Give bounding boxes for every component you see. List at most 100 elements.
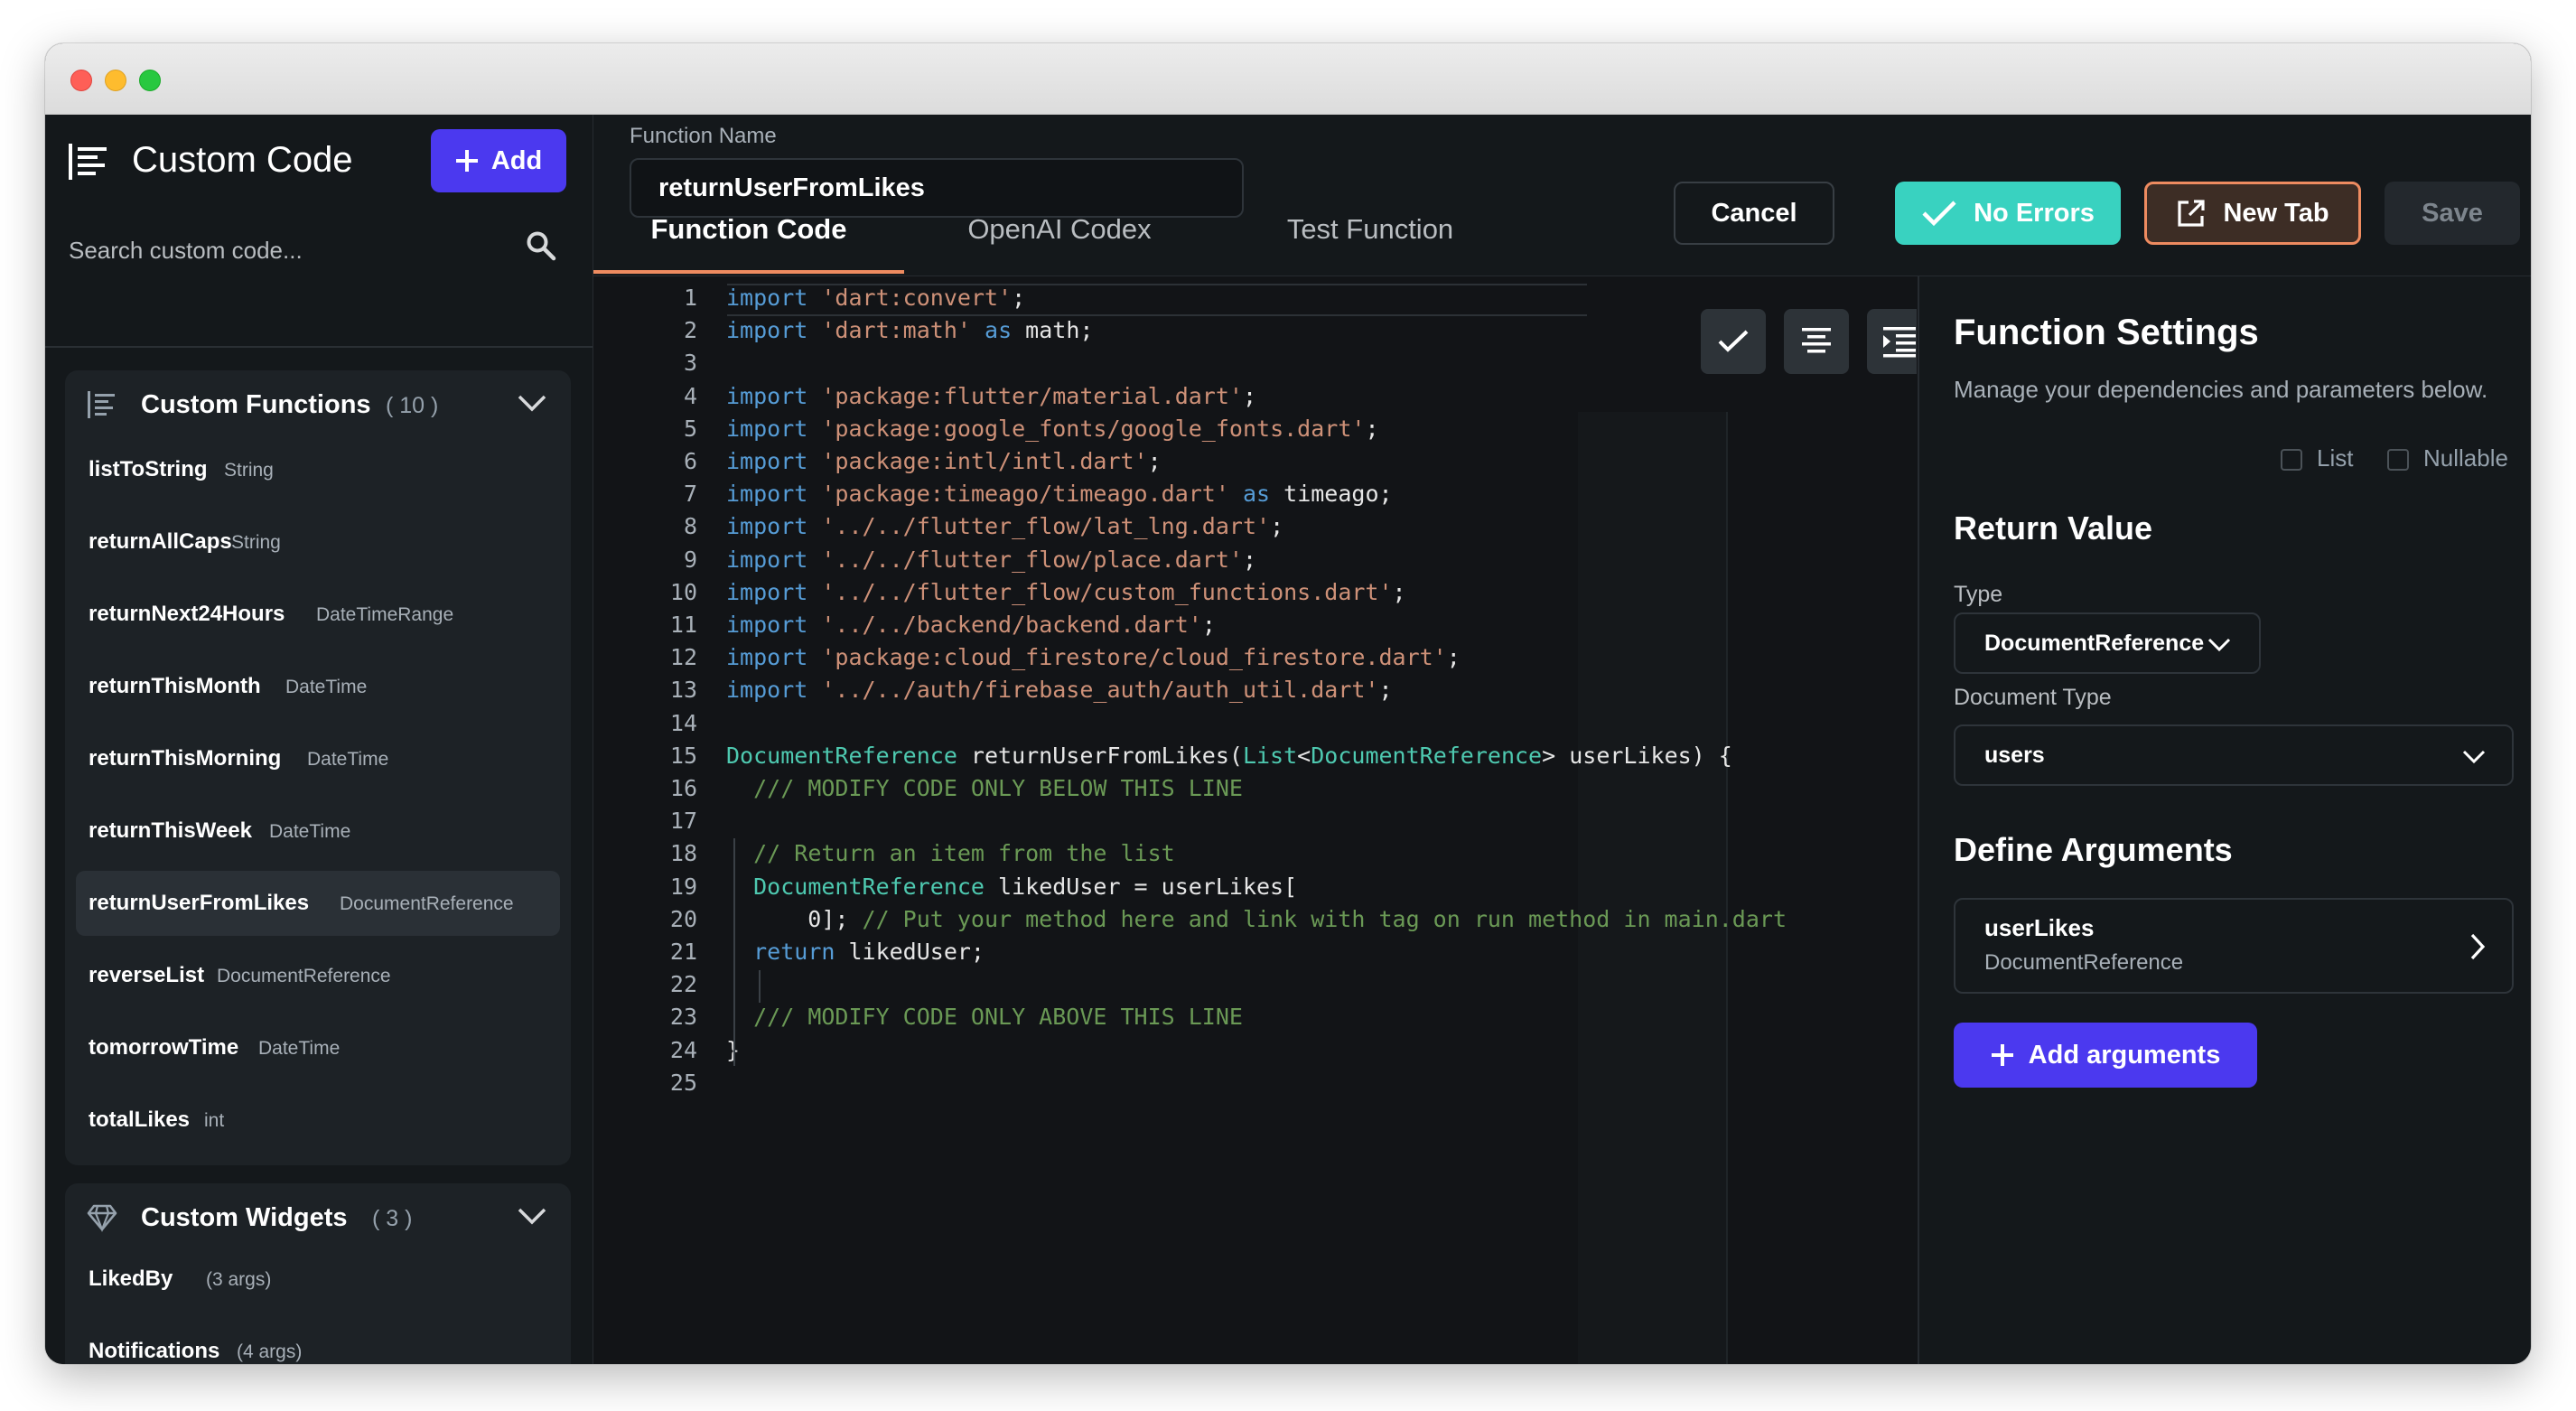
code-token: 'dart:convert' (821, 285, 1013, 311)
format-indent-icon (1883, 327, 1916, 358)
custom-code-icon (69, 144, 107, 180)
code-token: ; (1242, 382, 1257, 409)
function-item[interactable]: tomorrowTime DateTime (76, 1015, 560, 1080)
function-item[interactable]: returnThisWeek DateTime (76, 799, 560, 864)
code-token: import (726, 677, 808, 704)
code-token: returnUserFromLikes( (957, 742, 1243, 769)
chevron-down-icon[interactable] (517, 1205, 547, 1227)
code-text: import '../../flutter_flow/custom_functi… (726, 576, 1406, 609)
function-item[interactable]: totalLikes int (76, 1088, 560, 1153)
argument-type: DocumentReference (1984, 950, 2184, 975)
code-token: return (753, 939, 835, 965)
code-text: import 'package:google_fonts/google_font… (726, 413, 1379, 445)
function-item[interactable]: listToString String (76, 437, 560, 502)
widget-item[interactable]: LikedBy (3 args) (76, 1247, 560, 1312)
argument-card[interactable]: userLikes DocumentReference (1954, 898, 2514, 994)
tab-function-code[interactable]: Function Code (593, 185, 904, 274)
editor-toolbar: Function Name Cancel No Errors New Tab S… (593, 115, 2531, 276)
code-token: 'package:intl/intl.dart' (821, 448, 1148, 474)
custom-widgets-header[interactable]: Custom Widgets ( 3 ) (65, 1183, 571, 1252)
active-tab-indicator (593, 270, 904, 274)
validate-code-button[interactable] (1701, 309, 1766, 374)
document-type-dropdown[interactable]: users (1954, 724, 2514, 786)
function-item[interactable]: returnAllCaps String (76, 509, 560, 575)
chevron-down-icon (2462, 750, 2486, 764)
code-text: import 'package:flutter/material.dart'; (726, 380, 1256, 413)
code-token: import (726, 578, 808, 605)
search-icon[interactable] (526, 230, 556, 261)
list-checkbox[interactable] (2281, 449, 2302, 471)
custom-functions-header[interactable]: Custom Functions ( 10 ) (65, 370, 571, 439)
code-text: import 'package:cloud_firestore/cloud_fi… (726, 641, 1461, 674)
code-text: import '../../flutter_flow/place.dart'; (726, 544, 1256, 576)
code-token: ; (1012, 285, 1026, 311)
search-input[interactable] (67, 229, 522, 272)
code-token: '../../flutter_flow/custom_functions.dar… (821, 578, 1393, 605)
code-token: '../../backend/backend.dart' (821, 612, 1202, 638)
function-item[interactable]: returnThisMonth DateTime (76, 654, 560, 719)
code-token: import (726, 481, 808, 508)
maximize-window-button[interactable] (139, 70, 161, 91)
line-number: 20 (669, 905, 697, 932)
code-token: import (726, 612, 808, 638)
line-number: 19 (669, 873, 697, 900)
code-token: math; (1012, 317, 1094, 344)
add-custom-code-button[interactable]: Add (431, 129, 566, 192)
minimap (1578, 412, 1726, 1364)
custom-functions-panel: Custom Functions ( 10 ) listToString Str… (65, 370, 571, 1165)
widget-item[interactable]: Notifications (4 args) (76, 1319, 560, 1364)
line-number: 1 (683, 285, 697, 311)
code-token: > userLikes) { (1542, 742, 1732, 769)
plus-icon (455, 150, 478, 172)
code-token: ; (1270, 513, 1284, 540)
tab-openai-codex[interactable]: OpenAI Codex (904, 185, 1215, 274)
code-text: import 'package:intl/intl.dart'; (726, 445, 1162, 478)
tab-test-function[interactable]: Test Function (1215, 185, 1526, 274)
gem-icon (87, 1204, 117, 1232)
code-token: timeago; (1270, 481, 1393, 508)
function-item-selected[interactable]: returnUserFromLikes DocumentReference (76, 871, 560, 936)
sidebar: Custom Code Add Custom Functions ( 1 (45, 115, 593, 1364)
function-settings-title: Function Settings (1954, 313, 2259, 352)
editor-tabs: Function Code OpenAI Codex Test Function (593, 185, 2531, 276)
line-number: 11 (669, 612, 697, 638)
code-token: ; (1446, 644, 1461, 671)
argument-name: userLikes (1984, 914, 2095, 941)
line-number: 7 (683, 481, 697, 508)
editor-scrollbar[interactable] (1726, 412, 1728, 1364)
code-token: ; (1242, 546, 1257, 573)
line-number: 8 (683, 513, 697, 540)
function-item[interactable]: reverseList DocumentReference (76, 943, 560, 1008)
code-token: 0]; (726, 905, 863, 932)
chevron-down-icon[interactable] (517, 392, 547, 414)
format-code-button[interactable] (1784, 309, 1849, 374)
define-arguments-title: Define Arguments (1954, 831, 2233, 868)
return-type-dropdown[interactable]: DocumentReference (1954, 612, 2261, 674)
code-editor[interactable]: 1 import 'dart:convert'; 2 import 'dart:mat… (593, 276, 1917, 1364)
code-token: ; (1378, 677, 1393, 704)
code-text: import '../../auth/firebase_auth/auth_ut… (726, 674, 1393, 706)
code-token: '../../flutter_flow/place.dart' (821, 546, 1243, 573)
code-text: 0]; // Put your method here and link wit… (726, 903, 1787, 936)
close-window-button[interactable] (70, 70, 92, 91)
add-arguments-button[interactable]: Add arguments (1954, 1023, 2257, 1088)
code-token: as (1242, 481, 1271, 508)
function-item[interactable]: returnNext24Hours DateTimeRange (76, 582, 560, 647)
document-type-label: Document Type (1954, 685, 2112, 710)
indent-code-button[interactable] (1867, 309, 1917, 374)
code-token: 'package:flutter/material.dart' (821, 382, 1243, 409)
code-token: 'package:cloud_firestore/cloud_firestore… (821, 644, 1447, 671)
function-item[interactable]: returnThisMorning DateTime (76, 726, 560, 791)
code-text: // Return an item from the list (726, 837, 1175, 870)
code-text: DocumentReference returnUserFromLikes(Li… (726, 740, 1732, 772)
nullable-checkbox[interactable] (2387, 449, 2409, 471)
minimize-window-button[interactable] (105, 70, 126, 91)
